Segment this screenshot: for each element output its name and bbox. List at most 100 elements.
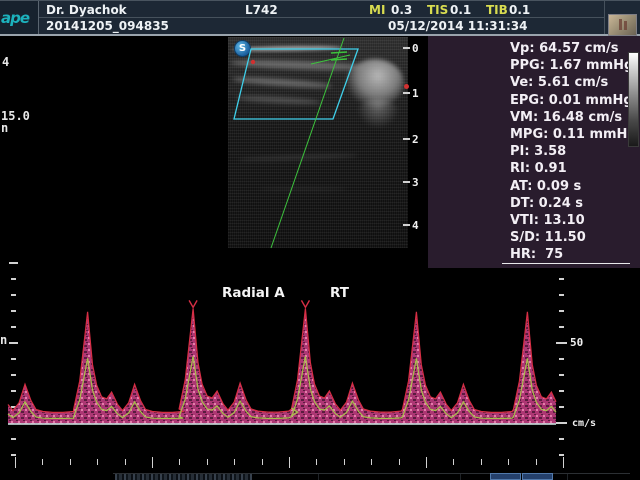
velocity-tick-left (11, 326, 16, 328)
softmenu-cell-active[interactable] (490, 473, 521, 480)
depth-tick (403, 138, 410, 140)
measurement-ve: Ve: 5.61 cm/s (510, 74, 640, 91)
tissue-echo-streak (230, 59, 365, 72)
measurement-vti: VTI: 13.10 (510, 212, 640, 229)
image-thumbnail-icon[interactable] (608, 14, 637, 36)
depth-label-0: 0 (412, 42, 419, 55)
velocity-unit-label: cm/s (572, 418, 596, 429)
velocity-tick-left (9, 262, 18, 264)
side-indicator-label: RT (330, 285, 349, 301)
tissue-echo-streak (236, 95, 321, 105)
time-tick (563, 457, 564, 468)
time-tick (481, 459, 482, 465)
velocity-tick-left (11, 406, 16, 408)
velocity-tick-left (11, 358, 16, 360)
depth-tick (403, 92, 410, 94)
velocity-tick-left (11, 390, 16, 392)
thumbnail-detail (624, 21, 627, 30)
velocity-tick-right (559, 326, 564, 328)
tis-label: TIS (427, 3, 448, 17)
velocity-tick-left (9, 342, 18, 344)
velocity-tick-right (559, 438, 564, 440)
brand-logo-strip: ape (0, 1, 39, 34)
depth-label-2: 2 (412, 133, 419, 146)
bmode-image (228, 37, 408, 248)
time-tick (536, 459, 537, 465)
time-tick (453, 459, 454, 465)
measurement-dt: DT: 0.24 s (510, 195, 640, 212)
velocity-tick-label: 50 (570, 336, 583, 349)
velocity-tick-right (556, 342, 567, 344)
softmenu-cell-active[interactable] (522, 473, 553, 480)
velocity-tick-right (559, 278, 564, 280)
vessel-label: Radial A (222, 285, 285, 301)
time-tick (42, 459, 43, 465)
measurement-ppg: PPG: 1.67 mmHg (510, 57, 640, 74)
measurement-list: Vp: 64.57 cm/sPPG: 1.67 mmHgVe: 5.61 cm/… (510, 40, 640, 264)
header-right-divider (604, 1, 605, 34)
velocity-tick-right (559, 374, 564, 376)
velocity-tick-left (11, 454, 16, 456)
side-label-frequency: 4 (2, 55, 9, 69)
velocity-tick-left (11, 374, 16, 376)
measurement-at: AT: 0.09 s (510, 178, 640, 195)
velocity-tick-right (559, 310, 564, 312)
softmenu-divider (567, 474, 568, 480)
ve-marker[interactable] (291, 408, 297, 416)
depth-label-3: 3 (412, 176, 419, 189)
tissue-echo-streak (258, 187, 348, 191)
bone-echo (356, 99, 400, 129)
velocity-tick-right (559, 454, 564, 456)
time-tick (152, 457, 153, 468)
softmenu-minitext (115, 474, 252, 480)
datetime: 05/12/2014 11:31:34 (388, 19, 527, 33)
depth-label-1: 1 (412, 87, 419, 100)
ultrasound-screen: ape Dr. Dyachok L742 MI 0.3 TIS 0.1 TIB … (0, 0, 640, 480)
velocity-tick-left (11, 278, 16, 280)
time-tick (207, 459, 208, 465)
measurement-s-d: S/D: 11.50 (510, 229, 640, 246)
time-tick (70, 459, 71, 465)
velocity-tick-right (559, 406, 564, 408)
velocity-tick-left (11, 438, 16, 440)
time-tick (508, 459, 509, 465)
brand-logo: ape (1, 9, 29, 27)
measurement-underline (502, 263, 630, 264)
time-tick (97, 459, 98, 465)
vendor-s-logo: S (234, 40, 251, 57)
exam-id: 20141205_094835 (46, 19, 169, 33)
measurement-panel: Vp: 64.57 cm/sPPG: 1.67 mmHgVe: 5.61 cm/… (428, 36, 640, 268)
depth-tick (403, 47, 410, 49)
velocity-tick-left (11, 294, 16, 296)
time-tick (316, 459, 317, 465)
tib-label: TIB (486, 3, 508, 17)
time-tick (262, 459, 263, 465)
patient-name: Dr. Dyachok (46, 3, 127, 17)
thumbnail-detail (619, 19, 622, 30)
measurement-hr: HR: 75 (510, 246, 640, 263)
focus-marker[interactable] (404, 84, 409, 89)
side-label-gain: n (0, 333, 7, 347)
tis-value: 0.1 (450, 3, 471, 17)
measurement-mpg: MPG: 0.11 mmHg (510, 126, 640, 143)
velocity-tick-left (11, 310, 16, 312)
depth-tick (403, 224, 410, 226)
side-label-unit: n (1, 121, 8, 135)
depth-label-4: 4 (412, 219, 419, 232)
softmenu-divider (318, 474, 319, 480)
time-tick (15, 457, 16, 468)
header-bar: ape Dr. Dyachok L742 MI 0.3 TIS 0.1 TIB … (0, 0, 640, 36)
peak-velocity-marker[interactable] (189, 300, 197, 307)
time-tick (426, 457, 427, 468)
depth-tick (403, 181, 410, 183)
measurement-epg: EPG: 0.01 mmHg (510, 92, 640, 109)
tib-value: 0.1 (509, 3, 530, 17)
softmenu-divider (460, 474, 461, 480)
measurement-vp: Vp: 64.57 cm/s (510, 40, 640, 57)
time-tick (371, 459, 372, 465)
measurement-ri: RI: 0.91 (510, 160, 640, 177)
velocity-tick-right (556, 422, 567, 424)
velocity-tick-right (559, 390, 564, 392)
peak-velocity-marker[interactable] (301, 300, 309, 307)
measurement-pi: PI: 3.58 (510, 143, 640, 160)
